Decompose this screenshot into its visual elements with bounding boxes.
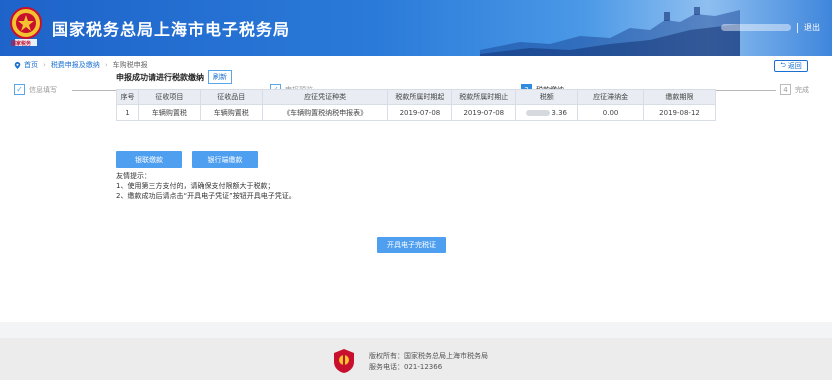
table-cell: 2019-07-08 (387, 104, 453, 121)
step-label: 信息填写 (29, 85, 57, 94)
breadcrumb-tax-filing[interactable]: 税费申报及缴纳 (51, 60, 100, 70)
column-header: 缴款期限 (643, 89, 716, 105)
breadcrumb-arrow-icon: › (104, 61, 108, 69)
table-cell: 2019-08-12 (643, 104, 716, 121)
user-area: 退出 (721, 22, 820, 33)
payment-section-title: 申报成功请进行税款缴纳 刷新 (116, 70, 232, 84)
issue-certificate-button[interactable]: 开具电子完税证 (377, 237, 446, 253)
column-header: 税款所属时期起 (387, 89, 453, 105)
service-phone-text: 服务电话：021-12366 (369, 363, 443, 371)
location-pin-icon (14, 61, 21, 69)
check-icon: ✓ (14, 84, 25, 95)
tips-title: 友情提示： (116, 172, 151, 180)
union-pay-button[interactable]: 银联缴款 (116, 151, 182, 168)
tips-line: 1、使用第三方支付的，请确保支付限额大于税款； (116, 182, 275, 190)
step-label: 完成 (795, 85, 809, 94)
table-cell: 1 (116, 104, 139, 121)
column-header: 税款所属时期止 (451, 89, 517, 105)
site-header: 国家税务 国家税务总局上海市电子税务局 退出 (0, 0, 832, 56)
section-title-text: 申报成功请进行税款缴纳 (116, 72, 204, 82)
column-header: 征收项目 (137, 89, 201, 105)
footer-text: 版权所有：国家税务总局上海市税务局 服务电话：021-12366 (369, 351, 488, 373)
tax-emblem-logo (334, 349, 354, 373)
column-header: 税额 (515, 89, 579, 105)
great-wall-banner (480, 7, 740, 56)
breadcrumb: 首页 › 税费申报及缴纳 › 车购税申报 (14, 60, 148, 70)
back-button-label: 返回 (787, 62, 802, 70)
table-cell: 《车辆购置税纳税申报表》 (261, 104, 389, 121)
table-cell: 车辆购置税 (137, 104, 201, 121)
divider (797, 22, 798, 33)
tips: 友情提示： 1、使用第三方支付的，请确保支付限额大于税款； 2、缴款成功后请点击… (116, 171, 296, 201)
site-footer: 版权所有：国家税务总局上海市税务局 服务电话：021-12366 (0, 338, 832, 380)
table-cell: 0.00 (577, 104, 645, 121)
step-info-fill: ✓ 信息填写 (14, 84, 61, 95)
column-header: 征收品目 (199, 89, 263, 105)
tax-payment-table: 序号 征收项目 征收品目 应征凭证种类 税款所属时期起 税款所属时期止 税额 应… (116, 89, 716, 121)
tips-line: 2、缴款成功后请点击“开具电子凭证”按钮开具电子凭证。 (116, 192, 296, 200)
breadcrumb-current: 车购税申报 (112, 61, 148, 69)
amount-redacted (526, 109, 551, 116)
breadcrumb-home[interactable]: 首页 (24, 60, 38, 70)
copyright-text: 版权所有：国家税务总局上海市税务局 (369, 352, 488, 360)
site-title: 国家税务总局上海市电子税务局 (52, 20, 291, 39)
refresh-button[interactable]: 刷新 (208, 70, 232, 84)
back-arrow-icon: ⮌ (780, 60, 786, 69)
table-cell: 2019-07-08 (451, 104, 517, 121)
column-header: 应征凭证种类 (261, 89, 389, 105)
breadcrumb-arrow-icon: › (43, 61, 46, 69)
step-complete: 4 完成 (780, 84, 813, 95)
column-header: 序号 (116, 89, 139, 105)
emblem-text: 国家税务 (11, 41, 32, 47)
back-button[interactable]: ⮌ 返回 (774, 60, 808, 72)
table-row: 1 车辆购置税 车辆购置税 《车辆购置税纳税申报表》 2019-07-08 20… (116, 104, 716, 121)
tax-amount-value: 3.36 (551, 108, 567, 117)
table-cell: 车辆购置税 (199, 104, 263, 121)
logout-link[interactable]: 退出 (804, 22, 820, 33)
username-redacted (721, 24, 791, 31)
tax-amount-cell: 3.36 (515, 104, 579, 121)
step-number: 4 (780, 84, 791, 95)
bank-debit-button[interactable]: 银行端缴款 (192, 151, 258, 168)
column-header: 应征滞纳金 (577, 89, 645, 105)
table-header-row: 序号 征收项目 征收品目 应征凭证种类 税款所属时期起 税款所属时期止 税额 应… (116, 89, 716, 105)
